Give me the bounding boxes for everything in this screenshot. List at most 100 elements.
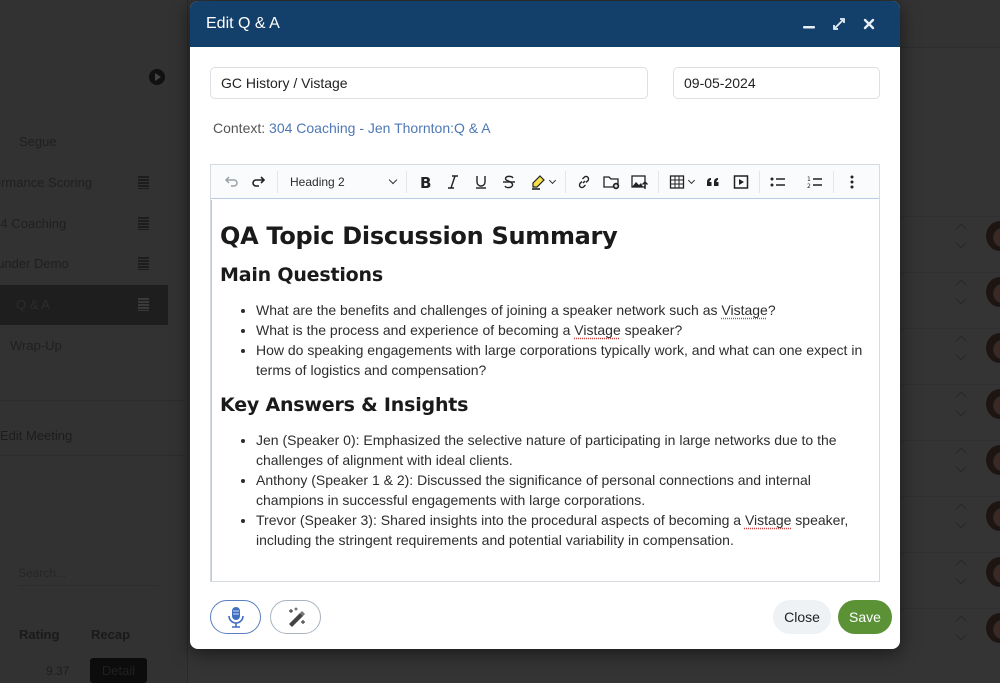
chevron-down-icon (955, 573, 967, 585)
bulleted-list-icon (770, 177, 785, 186)
search-input: Search... (18, 566, 158, 586)
sidebar-item-performance-scoring: Performance Scoring (0, 163, 168, 203)
sidebar-item-label: Performance Scoring (0, 175, 93, 190)
chevron-up-icon (955, 391, 967, 403)
insert-file-button[interactable] (598, 168, 626, 196)
microphone-icon (227, 607, 244, 628)
list-item-text: Anthony (Speaker 1 & 2): Discussed the s… (256, 472, 811, 508)
sidebar-item-label: Q & A (16, 297, 50, 312)
undo-icon (224, 175, 238, 187)
background-row (900, 384, 1000, 440)
context-label: Context: (213, 120, 266, 136)
italic-button[interactable] (439, 168, 467, 196)
drag-handle-icon (138, 257, 149, 270)
heading-select[interactable]: Heading 2 (282, 168, 402, 196)
redo-button[interactable] (245, 168, 273, 196)
numbered-list-button[interactable]: 12 (801, 168, 829, 196)
more-options-button[interactable] (838, 168, 866, 196)
media-embed-button[interactable] (727, 168, 755, 196)
rating-value: 9.37 (46, 664, 70, 678)
list-item: Trevor (Speaker 3): Shared insights into… (256, 510, 871, 550)
sidebar-item-label: Wrap-Up (10, 338, 62, 353)
more-vertical-icon (850, 175, 854, 188)
play-icon (149, 69, 165, 85)
background-row (900, 440, 1000, 496)
chevron-up-icon (955, 447, 967, 459)
bold-button[interactable]: B (411, 168, 439, 196)
close-button[interactable]: Close (773, 600, 831, 634)
column-header-recap: Recap (91, 627, 131, 642)
save-button[interactable]: Save (838, 600, 892, 634)
blockquote-button[interactable] (699, 168, 727, 196)
minimize-icon (803, 26, 815, 29)
background-row (900, 608, 1000, 664)
close-modal-button[interactable] (854, 12, 884, 36)
background-sidebar: Segue Performance Scoring 304 Coaching F… (0, 0, 188, 683)
chevron-down-icon (955, 461, 967, 473)
list-item-text: Jen (Speaker 0): Emphasized the selectiv… (256, 432, 837, 468)
chevron-up-icon (955, 615, 967, 627)
modal-footer: Close Save (190, 583, 900, 649)
dictation-button[interactable] (210, 600, 261, 634)
insert-image-button[interactable] (626, 168, 654, 196)
toolbar-separator (759, 170, 760, 193)
divider (0, 400, 186, 401)
rich-text-editor: Heading 2 B 1 2 QA Topic Discussion Summ… (210, 164, 880, 582)
avatar (986, 445, 1000, 475)
avatar (986, 333, 1000, 363)
context-link[interactable]: 304 Coaching - Jen Thornton:Q & A (269, 120, 491, 136)
list-item-text: ? (767, 302, 776, 318)
divider (0, 455, 186, 456)
media-icon (733, 174, 749, 189)
numbered-list-icon: 12 (807, 176, 822, 190)
list-item-text: How do speaking engagements with large c… (256, 342, 863, 378)
link-button[interactable] (570, 168, 598, 196)
edit-meeting-link: Edit Meeting (0, 428, 73, 443)
highlighter-icon (531, 174, 545, 190)
close-icon (863, 18, 875, 30)
chevron-down-icon (955, 237, 967, 249)
chevron-down-icon (955, 629, 967, 641)
bold-icon: B (420, 174, 431, 190)
avatar (986, 221, 1000, 251)
toolbar-separator (277, 170, 278, 193)
spellcheck-flag: Vistage (574, 322, 621, 338)
key-answers-list: Jen (Speaker 0): Emphasized the selectiv… (256, 430, 871, 550)
sidebar-item-q-and-a: Q & A (0, 285, 168, 325)
date-input[interactable]: 09-05-2024 (673, 67, 880, 99)
background-row (900, 272, 1000, 328)
image-upload-icon (631, 174, 648, 189)
maximize-button[interactable] (824, 12, 854, 36)
svg-text:1: 1 (807, 176, 811, 183)
sidebar-item-label: 304 Coaching (0, 216, 67, 231)
modal-header: Edit Q & A (190, 1, 900, 47)
background-row (900, 216, 1000, 272)
background-row (900, 328, 1000, 384)
chevron-down-icon (955, 349, 967, 361)
strikethrough-button[interactable] (495, 168, 523, 196)
strikethrough-icon (503, 175, 515, 188)
ai-assist-button[interactable] (270, 600, 321, 634)
list-item: What is the process and experience of be… (256, 320, 871, 340)
italic-icon (448, 174, 458, 189)
minimize-button[interactable] (794, 12, 824, 36)
sidebar-item-304-coaching: 304 Coaching (0, 204, 168, 244)
chevron-up-icon (955, 279, 967, 291)
sidebar-item-wrap-up: Wrap-Up (0, 326, 168, 366)
bulleted-list-button[interactable] (764, 168, 792, 196)
toolbar-separator (658, 170, 659, 193)
avatar (986, 613, 1000, 643)
editor-content[interactable]: QA Topic Discussion Summary Main Questio… (211, 200, 879, 581)
toolbar-separator (833, 170, 834, 193)
title-input[interactable]: GC History / Vistage (210, 67, 648, 99)
highlight-button[interactable] (523, 168, 561, 196)
quote-icon (707, 177, 719, 186)
document-heading: QA Topic Discussion Summary (220, 222, 618, 250)
svg-text:B: B (420, 174, 431, 190)
sidebar-item-label: Segue (19, 134, 57, 149)
list-item: What are the benefits and challenges of … (256, 300, 871, 320)
table-button[interactable] (663, 168, 699, 196)
underline-button[interactable] (467, 168, 495, 196)
list-item-text: What are the benefits and challenges of … (256, 302, 722, 318)
undo-button[interactable] (217, 168, 245, 196)
